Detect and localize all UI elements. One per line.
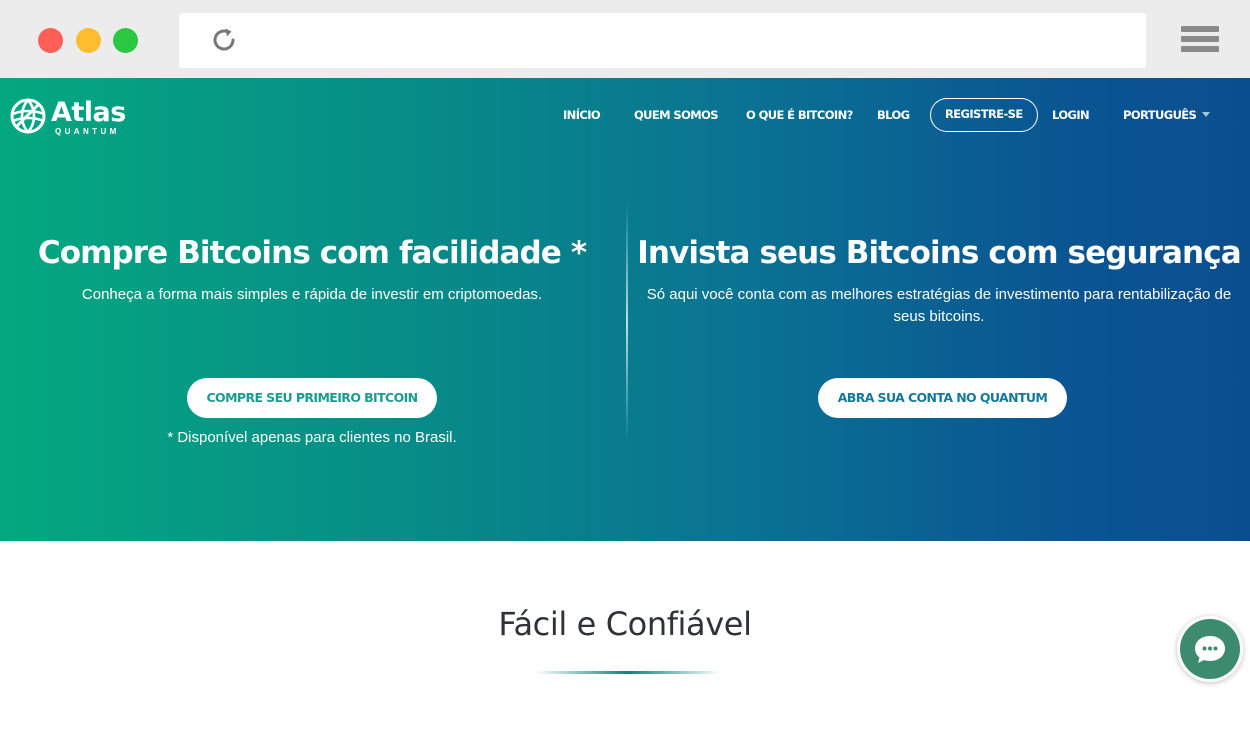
buy-subtitle: Conheça a forma mais simples e rápida de…	[81, 286, 543, 303]
nav-item-quem-somos[interactable]: QUEM SOMOS	[634, 98, 719, 132]
invest-column: Invista seus Bitcoins com segurança Só a…	[628, 233, 1250, 328]
buy-first-bitcoin-button[interactable]: COMPRE SEU PRIMEIRO BITCOIN	[187, 378, 437, 418]
chevron-down-icon[interactable]	[1202, 112, 1210, 117]
nav-item-o-que-e-bitcoin[interactable]: O QUE É BITCOIN?	[746, 98, 853, 132]
buy-title: Compre Bitcoins com facilidade *	[37, 235, 587, 271]
invest-subtitle: Só aqui você conta com as melhores estra…	[646, 286, 1232, 325]
open-quantum-account-button[interactable]: ABRA SUA CONTA NO QUANTUM	[818, 378, 1067, 418]
chat-button[interactable]	[1177, 616, 1243, 682]
language-select[interactable]: PORTUGUÊS	[1123, 98, 1197, 132]
brand-logo[interactable]: Atlas QUANTUM	[10, 96, 126, 138]
globe-icon	[10, 98, 46, 134]
invest-title: Invista seus Bitcoins com segurança	[637, 235, 1241, 271]
availability-note: * Disponível apenas para clientes no Bra…	[167, 429, 457, 446]
section-title: Fácil e Confiável	[498, 605, 752, 643]
hero-section: Atlas QUANTUM INÍCIO QUEM SOMOS O QUE É …	[0, 78, 1250, 541]
minimize-window-button[interactable]	[76, 28, 101, 53]
brand-name: Atlas	[51, 97, 126, 128]
chat-bubble-icon	[1180, 619, 1240, 679]
buy-column: Compre Bitcoins com facilidade * Conheça…	[0, 233, 624, 306]
nav-item-login[interactable]: LOGIN	[1052, 98, 1090, 132]
browser-chrome	[0, 0, 1250, 78]
close-window-button[interactable]	[38, 28, 63, 53]
maximize-window-button[interactable]	[113, 28, 138, 53]
nav-item-blog[interactable]: BLOG	[877, 98, 910, 132]
register-button[interactable]: REGISTRE-SE	[930, 98, 1038, 132]
address-bar[interactable]	[179, 13, 1146, 68]
nav-item-inicio[interactable]: INÍCIO	[563, 98, 601, 132]
reload-icon[interactable]	[209, 25, 239, 55]
hamburger-menu-icon[interactable]	[1181, 26, 1219, 56]
brand-subname: QUANTUM	[55, 127, 120, 136]
section-underline	[535, 671, 721, 674]
